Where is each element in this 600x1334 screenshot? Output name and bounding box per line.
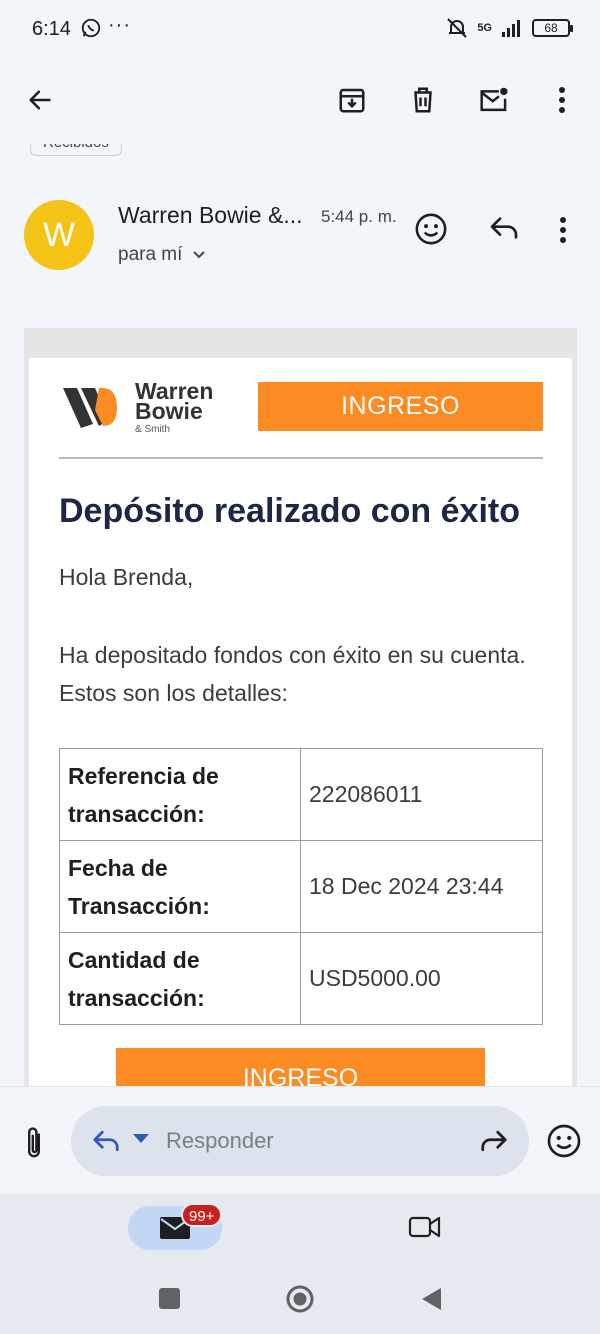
message-more-button[interactable] (559, 216, 575, 246)
whatsapp-icon (81, 18, 101, 38)
more-vert-icon (559, 87, 565, 113)
more-vert-icon (560, 217, 566, 243)
label-chip[interactable]: Recibidos (30, 144, 122, 156)
header-ingreso-button[interactable]: INGRESO (258, 382, 543, 431)
recipient-label: para mí (118, 244, 183, 265)
battery-level: 68 (544, 21, 558, 35)
delete-button[interactable] (401, 78, 445, 122)
message-time: 5:44 p. m. (321, 207, 397, 226)
signal-icon (502, 20, 520, 37)
logo-text-line2: Bowie (135, 398, 203, 424)
status-more-icon: ··· (108, 14, 131, 36)
sender-name[interactable]: Warren Bowie &... (118, 202, 302, 229)
bottom-nav: 99+ (0, 1194, 600, 1264)
table-row: Referencia de transacción: 222086011 (59, 748, 543, 841)
reply-button[interactable] (488, 214, 528, 254)
more-options-button[interactable] (540, 78, 584, 122)
status-time: 6:14 (32, 18, 71, 40)
email-card: Warren Bowie & Smith INGRESO Depósito re… (29, 358, 572, 1086)
recents-button[interactable] (159, 1288, 180, 1309)
archive-icon (339, 88, 365, 113)
chevron-down-icon (193, 251, 206, 259)
archive-button[interactable] (330, 78, 374, 122)
row-value: 222086011 (300, 748, 543, 841)
video-camera-icon[interactable] (408, 1212, 442, 1242)
transaction-details-table: Referencia de transacción: 222086011 Fec… (59, 748, 543, 1025)
trash-icon (414, 87, 432, 113)
react-emoji-button[interactable] (414, 212, 454, 252)
reply-placeholder: Responder (166, 1128, 274, 1153)
forward-icon[interactable] (479, 1126, 509, 1156)
greeting: Hola Brenda, (59, 564, 194, 590)
row-value: USD5000.00 (300, 932, 543, 1025)
mark-unread-button[interactable] (472, 78, 516, 122)
reply-icon[interactable] (91, 1126, 121, 1156)
table-row: Cantidad de transacción: USD5000.00 (59, 932, 543, 1025)
reply-type-dropdown-icon[interactable] (133, 1134, 149, 1143)
system-nav-bar (0, 1264, 600, 1334)
avatar-letter: W (42, 215, 76, 254)
table-row: Fecha de Transacción: 18 Dec 2024 23:44 (59, 840, 543, 933)
mail-unread-icon (480, 87, 508, 112)
cta-ingreso-button[interactable]: INGRESO (116, 1048, 485, 1086)
brand-logo[interactable]: Warren Bowie & Smith (59, 380, 229, 436)
home-button[interactable] (285, 1284, 315, 1314)
reply-icon (490, 217, 518, 239)
logo-text-line3: & Smith (135, 424, 171, 435)
back-triangle-icon[interactable] (419, 1286, 443, 1312)
divider (59, 457, 543, 459)
back-button[interactable] (18, 78, 62, 122)
reply-bar: Responder (0, 1086, 600, 1194)
logo-mark-icon (63, 387, 117, 428)
email-body-frame: Warren Bowie & Smith INGRESO Depósito re… (24, 328, 577, 1086)
unread-badge: 99+ (181, 1203, 223, 1227)
attach-icon[interactable] (20, 1125, 48, 1161)
network-type: 5G (477, 22, 492, 34)
status-bar: 6:14 ··· 5G 68 (0, 0, 600, 60)
add-reaction-icon (415, 213, 447, 245)
arrow-left-icon (29, 90, 51, 110)
intro-text: Ha depositado fondos con éxito en su cue… (59, 642, 526, 706)
avatar[interactable]: W (24, 200, 94, 270)
muted-bell-icon (447, 18, 468, 38)
recipient-toggle[interactable]: para mí (118, 244, 206, 266)
row-value: 18 Dec 2024 23:44 (300, 840, 543, 933)
sender-row: W Warren Bowie &... 5:44 p. m. para mí (0, 200, 600, 280)
reply-input[interactable]: Responder (71, 1106, 529, 1176)
row-label: Referencia de transacción: (59, 748, 301, 841)
row-label: Cantidad de transacción: (59, 932, 301, 1025)
status-icons: 5G 68 (445, 16, 573, 40)
message-toolbar (0, 60, 600, 144)
emoji-icon[interactable] (546, 1123, 582, 1159)
battery-icon: 68 (532, 19, 573, 37)
row-label: Fecha de Transacción: (59, 840, 301, 933)
message-content[interactable]: Recibidos W Warren Bowie &... 5:44 p. m.… (0, 144, 600, 1086)
email-title: Depósito realizado con éxito (59, 492, 520, 530)
